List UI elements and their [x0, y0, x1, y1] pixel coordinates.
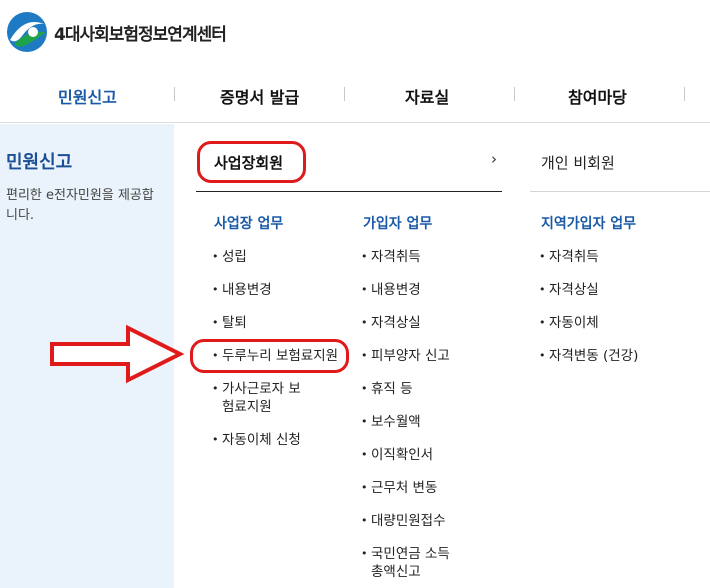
- nav-item-participation[interactable]: 참여마당: [568, 84, 627, 108]
- list-item[interactable]: 가사근로자 보험료지원: [212, 380, 312, 416]
- list-item[interactable]: 근무처 변동: [361, 479, 437, 497]
- highlight-oval-business: [197, 141, 306, 183]
- site-logo-icon[interactable]: [6, 10, 48, 54]
- regional-column-heading: 지역가입자 업무: [541, 216, 637, 232]
- list-item[interactable]: 내용변경: [361, 281, 421, 299]
- list-item[interactable]: 피부양자 신고: [361, 347, 450, 365]
- sidebar-description: 편리한 e전자민원을 제공합니다.: [6, 188, 154, 223]
- red-arrow-icon: [50, 324, 185, 384]
- site-name[interactable]: 4대사회보험정보연계센터: [54, 20, 227, 45]
- divider: [196, 191, 502, 192]
- main-nav: 민원신고 증명서 발급 자료실 참여마당: [0, 66, 710, 123]
- individual-member-tab[interactable]: 개인 비회원: [541, 152, 615, 173]
- nav-item-archive[interactable]: 자료실: [405, 84, 449, 108]
- list-item[interactable]: 자격취득: [539, 248, 599, 266]
- chevron-right-icon: ›: [491, 150, 497, 168]
- business-column-heading: 사업장 업무: [214, 216, 284, 232]
- nav-divider: [344, 87, 345, 101]
- list-item[interactable]: 자동이체: [539, 314, 599, 332]
- nav-divider: [684, 87, 685, 101]
- list-item[interactable]: 자동이체 신청: [212, 431, 301, 449]
- nav-item-minwon[interactable]: 민원신고: [58, 84, 117, 108]
- list-item[interactable]: 휴직 등: [361, 380, 412, 398]
- list-item[interactable]: 성립: [212, 248, 247, 266]
- list-item[interactable]: 자격상실: [361, 314, 421, 332]
- highlight-oval-durunuri: [190, 339, 349, 373]
- list-item[interactable]: 보수월액: [361, 413, 421, 431]
- nav-divider: [514, 87, 515, 101]
- list-item[interactable]: 국민연금 소득총액신고: [361, 545, 461, 581]
- list-item[interactable]: 내용변경: [212, 281, 272, 299]
- site-header: 4대사회보험정보연계센터: [0, 0, 710, 66]
- nav-divider: [174, 87, 175, 101]
- list-item[interactable]: 이직확인서: [361, 446, 433, 464]
- sidebar-title: 민원신고: [6, 152, 73, 173]
- list-item[interactable]: 탈퇴: [212, 314, 247, 332]
- subscriber-column-heading: 가입자 업무: [363, 216, 433, 232]
- list-item[interactable]: 자격취득: [361, 248, 421, 266]
- nav-item-certificate[interactable]: 증명서 발급: [220, 84, 299, 108]
- list-item[interactable]: 자격변동 (건강): [539, 347, 638, 365]
- list-item[interactable]: 자격상실: [539, 281, 599, 299]
- divider: [530, 191, 710, 192]
- list-item[interactable]: 대량민원접수: [361, 512, 445, 530]
